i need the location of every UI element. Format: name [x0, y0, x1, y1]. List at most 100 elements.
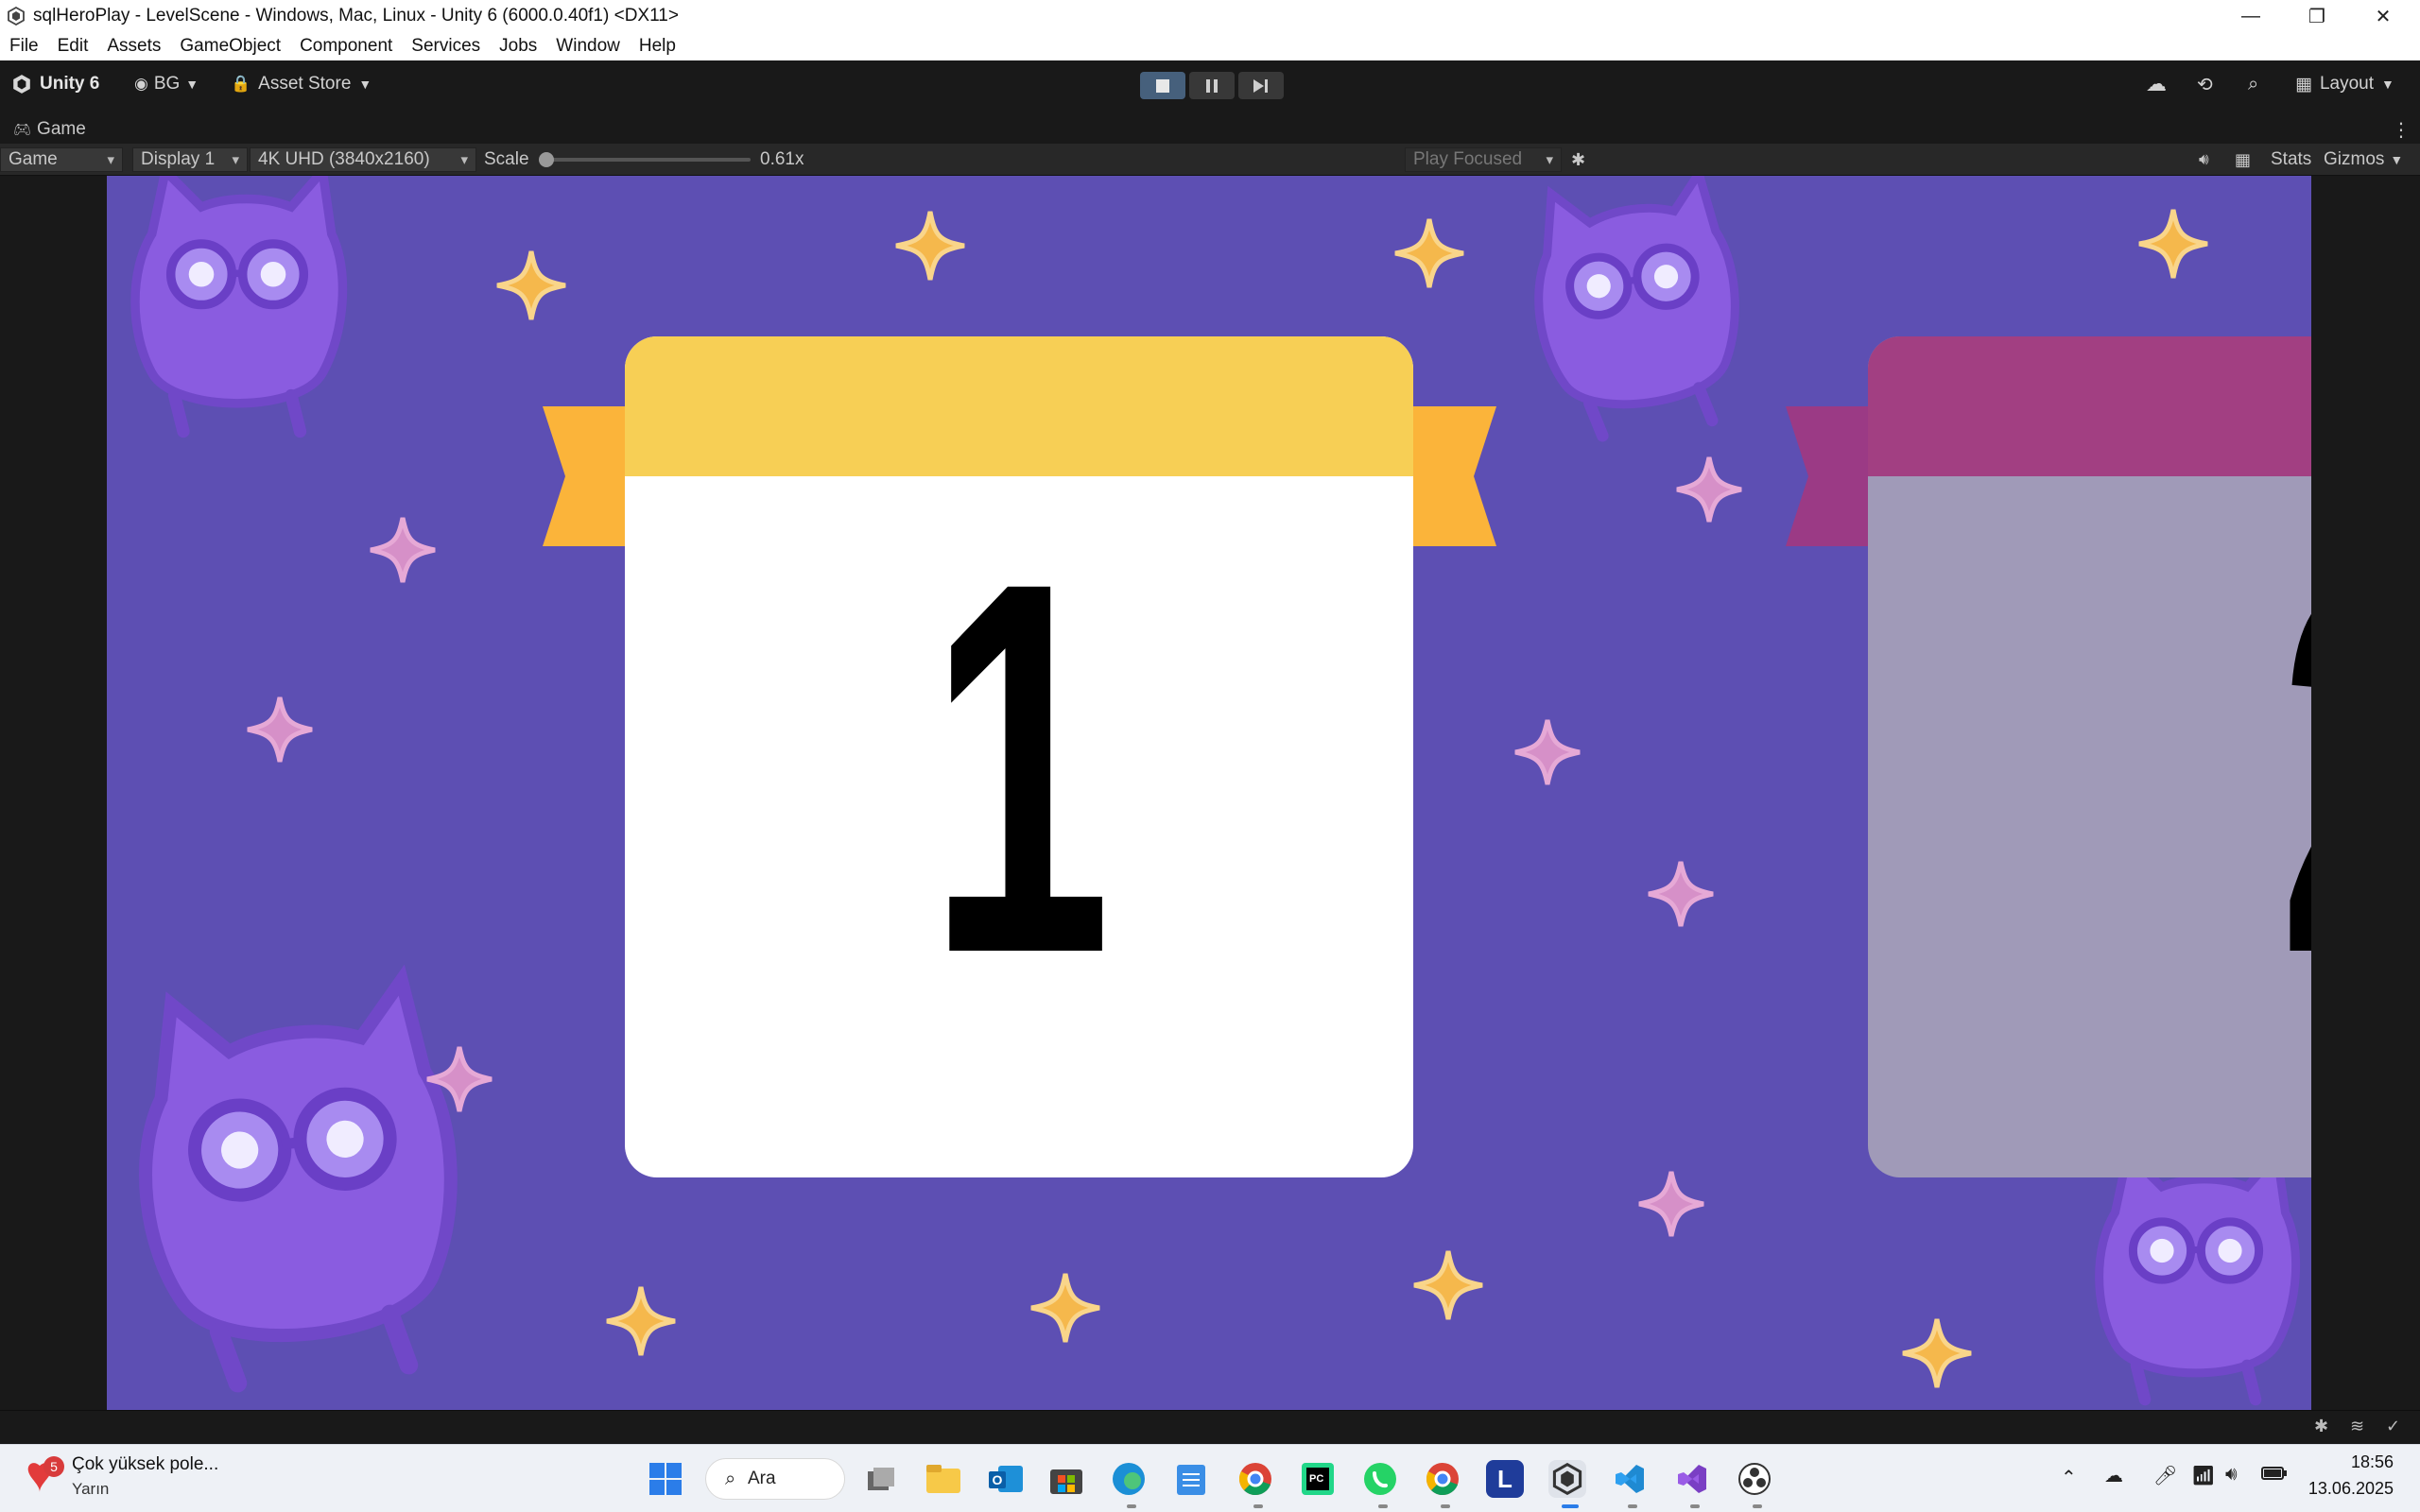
level-card-ribbon-left	[543, 406, 626, 546]
menu-edit[interactable]: Edit	[58, 36, 89, 57]
pink-star-icon	[248, 697, 312, 762]
account-label: BG	[153, 74, 181, 94]
resolution-dropdown[interactable]: 4K UHD (3840x2160)	[250, 147, 476, 172]
outlook-icon[interactable]: O	[987, 1460, 1025, 1498]
svg-text:PC: PC	[1309, 1473, 1323, 1485]
task-view-icon[interactable]	[862, 1460, 900, 1498]
menu-services[interactable]: Services	[411, 36, 480, 57]
gizmos-label: Gizmos	[2324, 149, 2385, 169]
menu-help[interactable]: Help	[639, 36, 676, 57]
game-view-toolbar: Game Display 1 4K UHD (3840x2160) Scale …	[0, 144, 2420, 176]
volume-icon[interactable]: 🔊︎	[2225, 1464, 2238, 1486]
search-icon[interactable]: ⌕	[2248, 60, 2258, 108]
level-number: 2	[2278, 472, 2311, 1063]
unity-app-icon	[8, 7, 25, 26]
notepad-icon[interactable]	[1172, 1460, 1210, 1498]
tab-game-label: Game	[37, 119, 86, 139]
menu-gameobject[interactable]: GameObject	[180, 36, 281, 57]
windows-taskbar: 5 Çok yüksek pole... Yarın ⌕ Ara O PC L …	[0, 1444, 2420, 1512]
grid-icon[interactable]: ▦	[2235, 144, 2251, 176]
pink-star-icon	[1649, 862, 1713, 926]
scale-label: Scale	[484, 149, 529, 169]
file-explorer-icon[interactable]	[925, 1460, 962, 1498]
asset-store-label: Asset Store	[258, 74, 352, 94]
view-mode-label: Game	[9, 149, 58, 169]
whatsapp-icon[interactable]	[1361, 1460, 1399, 1498]
game-view[interactable]: 1 2	[107, 176, 2311, 1410]
menu-jobs[interactable]: Jobs	[499, 36, 537, 57]
minimize-button[interactable]: —	[2218, 0, 2284, 32]
account-dropdown[interactable]: ◉ BG ▼	[134, 60, 199, 108]
menu-bar: File Edit Assets GameObject Component Se…	[0, 32, 2420, 60]
cloud-icon[interactable]: ☁	[2146, 60, 2167, 108]
debug-icon[interactable]: ✱	[2314, 1417, 2328, 1436]
step-button[interactable]	[1238, 72, 1284, 99]
stats-button[interactable]: Stats	[2271, 144, 2311, 176]
obs-icon[interactable]	[1736, 1460, 1773, 1498]
unity-icon[interactable]	[1548, 1460, 1586, 1498]
display-dropdown[interactable]: Display 1	[132, 147, 248, 172]
level-card-2[interactable]: 2	[1786, 336, 2311, 1177]
clock-time[interactable]: 18:56	[2299, 1452, 2394, 1472]
vscode-icon[interactable]	[1611, 1460, 1649, 1498]
menu-component[interactable]: Component	[300, 36, 392, 57]
gold-star-icon	[497, 251, 565, 319]
stop-icon	[1156, 78, 1169, 93]
play-stop-button[interactable]	[1140, 72, 1185, 99]
chrome-icon[interactable]	[1236, 1460, 1274, 1498]
pycharm-icon[interactable]: PC	[1299, 1460, 1337, 1498]
level-number: 1	[928, 472, 1111, 1063]
visual-studio-icon[interactable]	[1673, 1460, 1711, 1498]
notification-badge: 5	[43, 1456, 64, 1477]
restore-button[interactable]: ❐	[2284, 0, 2350, 32]
pink-star-icon	[371, 518, 435, 582]
onedrive-icon[interactable]: ☁	[2104, 1464, 2123, 1487]
history-icon[interactable]: ⟲	[2197, 60, 2213, 108]
unity-version-button[interactable]: Unity 6	[11, 60, 99, 108]
notification-title[interactable]: Çok yüksek pole...	[72, 1454, 218, 1475]
microsoft-store-icon[interactable]	[1047, 1460, 1085, 1498]
check-icon[interactable]: ✓	[2386, 1417, 2400, 1436]
microphone-icon[interactable]: 🎤︎	[2153, 1464, 2177, 1487]
more-options-icon[interactable]: ⋮	[2392, 115, 2411, 144]
gold-star-icon	[2139, 210, 2207, 278]
tray-overflow-icon[interactable]: ⌃	[2061, 1466, 2077, 1489]
wifi-icon[interactable]: 📶︎	[2191, 1464, 2215, 1487]
asset-store-dropdown[interactable]: 🔒 Asset Store ▼	[231, 60, 372, 108]
tab-game[interactable]: 🎮︎ Game	[13, 115, 86, 144]
editor-tab-strip: 🎮︎ Game ⋮	[0, 115, 2420, 144]
search-icon: ⌕	[725, 1468, 736, 1489]
clock-date[interactable]: 13.06.2025	[2299, 1479, 2394, 1499]
gold-star-icon	[1031, 1274, 1099, 1342]
menu-file[interactable]: File	[9, 36, 39, 57]
cache-icon[interactable]: ≋	[2350, 1417, 2364, 1436]
l-app-icon[interactable]: L	[1486, 1460, 1524, 1498]
layout-dropdown[interactable]: ▦ Layout ▼	[2295, 60, 2394, 108]
battery-icon[interactable]	[2261, 1466, 2288, 1486]
owl-mascot	[135, 176, 343, 432]
menu-window[interactable]: Window	[556, 36, 620, 57]
owl-mascot	[127, 977, 471, 1391]
scale-slider-thumb[interactable]	[539, 152, 554, 167]
scale-slider[interactable]	[539, 144, 751, 176]
menu-assets[interactable]: Assets	[107, 36, 161, 57]
chrome-alt-icon[interactable]	[1424, 1460, 1461, 1498]
view-mode-dropdown[interactable]: Game	[0, 147, 123, 172]
level-card-1[interactable]: 1	[543, 336, 1496, 1177]
bug-icon[interactable]: ✱	[1571, 144, 1585, 176]
play-focused-dropdown[interactable]: Play Focused	[1405, 147, 1562, 172]
gizmos-dropdown[interactable]: Gizmos ▼	[2324, 144, 2403, 176]
start-icon[interactable]	[647, 1460, 684, 1498]
pause-button[interactable]	[1189, 72, 1235, 99]
bag-icon: 🔒	[231, 75, 251, 93]
window-title: sqlHeroPlay - LevelScene - Windows, Mac,…	[33, 6, 679, 26]
edge-icon[interactable]	[1110, 1460, 1148, 1498]
taskbar-search-label: Ara	[748, 1469, 776, 1488]
close-button[interactable]: ✕	[2350, 0, 2416, 32]
notification-widget[interactable]: 5	[25, 1456, 64, 1496]
taskbar-search[interactable]: ⌕ Ara	[705, 1458, 845, 1500]
gold-star-icon	[1414, 1251, 1482, 1319]
audio-icon[interactable]: 🔊︎	[2199, 144, 2209, 176]
chevron-down-icon: ▼	[2381, 77, 2394, 92]
scale-value: 0.61x	[760, 149, 804, 169]
